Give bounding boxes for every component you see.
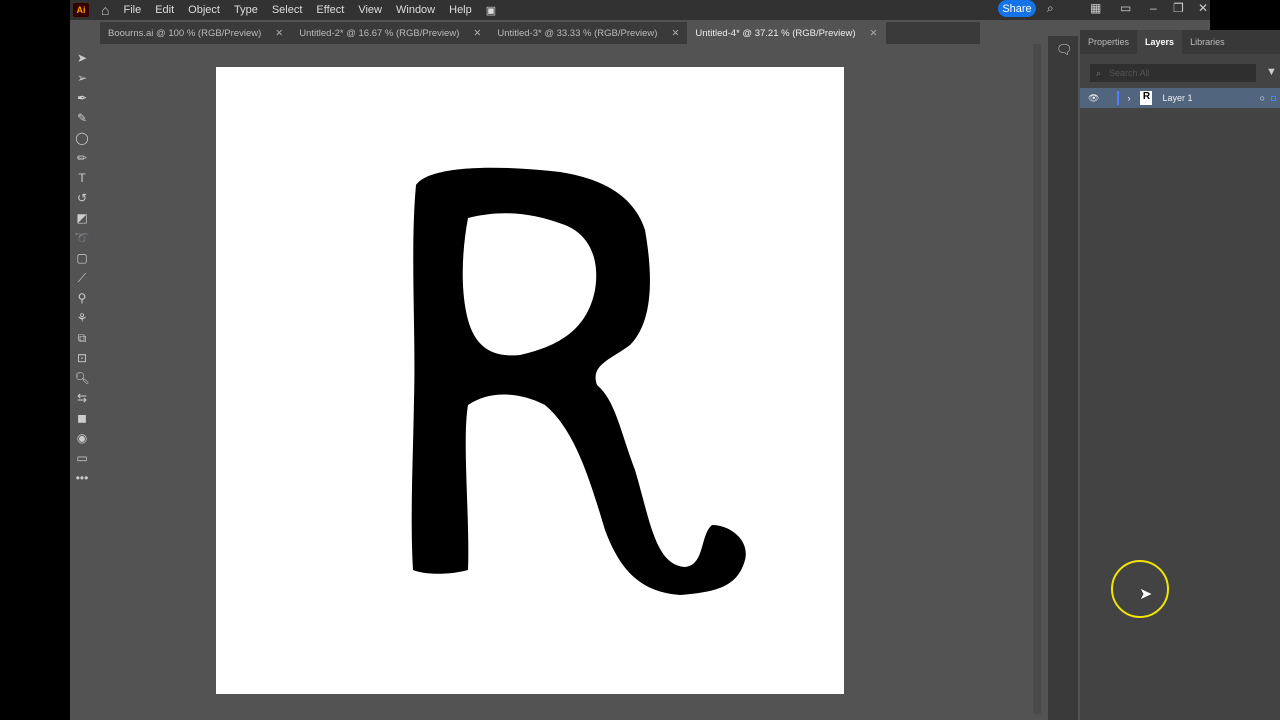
letter-r-path[interactable]	[411, 167, 746, 595]
letter-r-artwork[interactable]	[0, 0, 1280, 720]
mouse-pointer-icon: ➤	[1139, 586, 1153, 603]
